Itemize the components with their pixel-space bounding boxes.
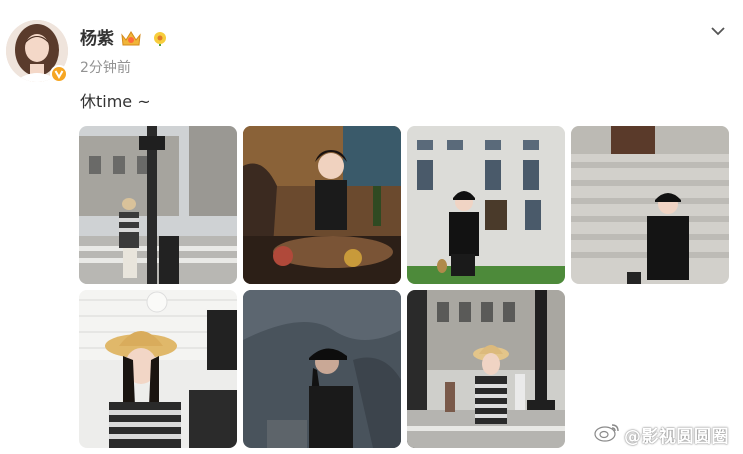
post-text: 休time ~: [80, 92, 151, 111]
building-front-photo[interactable]: [407, 126, 565, 284]
shadow-wall-photo[interactable]: [243, 290, 401, 448]
chevron-down-icon[interactable]: [709, 23, 727, 39]
watermark: @影视圆圆圈: [594, 422, 729, 447]
restaurant-table-photo[interactable]: [243, 126, 401, 284]
post-timestamp[interactable]: 2分钟前: [80, 58, 131, 78]
watermark-text: @影视圆圆圈: [624, 426, 729, 447]
verified-badge-icon: [50, 65, 68, 83]
author-name[interactable]: 杨紫: [80, 27, 114, 51]
weibo-logo-icon: [594, 422, 620, 446]
city-street-photo[interactable]: [407, 290, 565, 448]
crown-badge-icon[interactable]: [119, 28, 143, 50]
sunhat-cafe-photo[interactable]: [79, 290, 237, 448]
street-crosswalk-photo[interactable]: [79, 126, 237, 284]
stone-steps-photo[interactable]: [571, 126, 729, 284]
flower-badge-icon[interactable]: [152, 30, 168, 46]
